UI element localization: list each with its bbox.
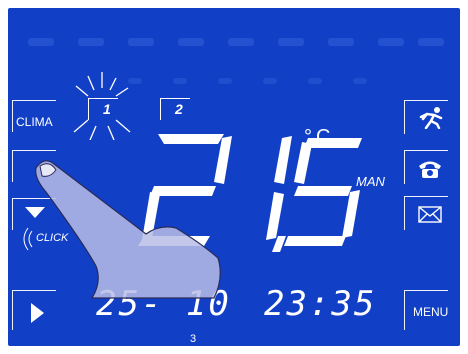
inactive-segment: [263, 78, 277, 84]
time-display: 23:35: [264, 284, 377, 324]
program-2-label: 2: [175, 101, 183, 117]
mode-label: MAN: [356, 174, 385, 189]
inactive-segment: [328, 38, 354, 46]
clima-label: CLIMA: [16, 115, 53, 129]
away-button[interactable]: [404, 100, 448, 134]
inactive-segment: [78, 38, 104, 46]
inactive-segment: [128, 38, 154, 46]
inactive-segment: [228, 38, 254, 46]
menu-label: MENU: [413, 305, 449, 319]
footnote-number: 3: [190, 333, 197, 345]
envelope-icon: [418, 206, 442, 223]
temperature-unit: °C: [304, 126, 335, 148]
inactive-segment: [353, 78, 367, 84]
inactive-segment: [278, 38, 304, 46]
inactive-segment: [178, 38, 204, 46]
thermostat-display: CLIMA 1 2 °C MAN MENU 25- 10 23:35 3 CLI…: [8, 8, 460, 346]
clima-button[interactable]: CLIMA: [12, 100, 56, 132]
inactive-segment: [378, 38, 404, 46]
inactive-segment: [418, 38, 444, 46]
menu-button[interactable]: MENU: [404, 290, 448, 330]
click-waves-icon: [23, 227, 33, 251]
running-person-icon: [419, 107, 443, 129]
phone-button[interactable]: [404, 150, 448, 184]
click-label: CLICK: [36, 232, 69, 244]
program-2-indicator[interactable]: 2: [160, 98, 190, 120]
inactive-segment: [173, 78, 187, 84]
blink-rays-icon: [73, 72, 131, 140]
inactive-segment: [28, 38, 54, 46]
telephone-icon: [419, 161, 441, 178]
inactive-segment: [218, 78, 232, 84]
mail-button[interactable]: [404, 196, 448, 230]
inactive-segment: [308, 78, 322, 84]
